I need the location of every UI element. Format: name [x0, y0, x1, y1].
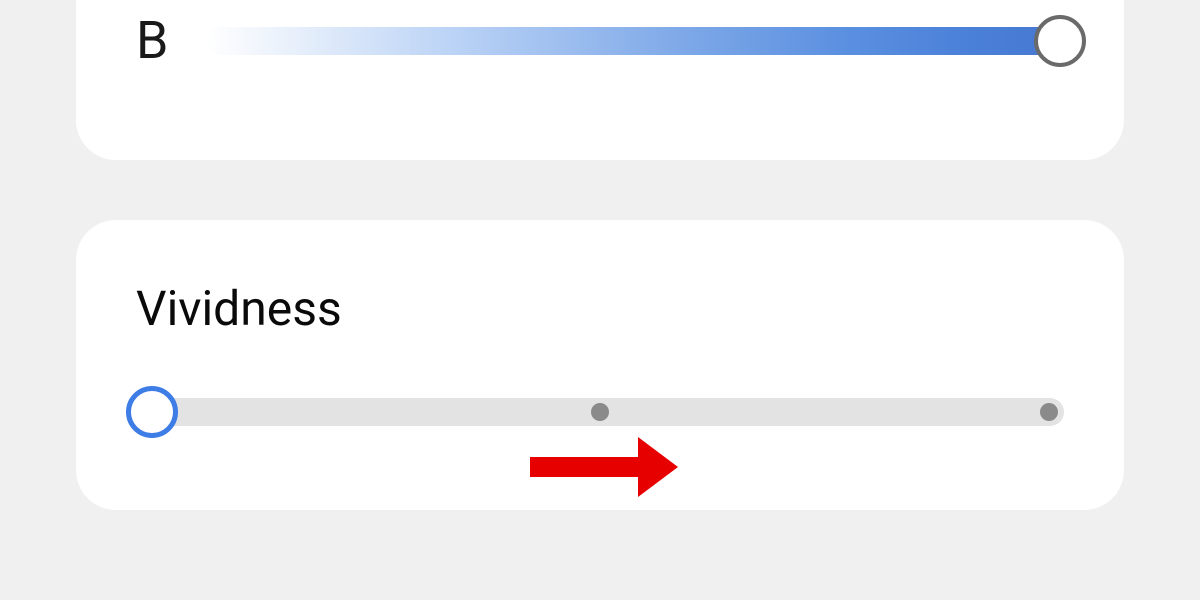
vividness-slider-track[interactable]	[136, 398, 1064, 426]
b-slider-card: B	[76, 0, 1124, 160]
vividness-tick-right	[1040, 403, 1058, 421]
vividness-slider-container	[136, 398, 1064, 426]
vividness-tick-mid	[591, 403, 609, 421]
vividness-slider-thumb[interactable]	[126, 386, 178, 438]
vividness-title: Vividness	[136, 280, 342, 337]
b-slider-label: B	[136, 10, 206, 71]
b-slider-thumb[interactable]	[1034, 15, 1086, 67]
b-slider-track[interactable]	[206, 27, 1064, 55]
vividness-card: Vividness	[76, 220, 1124, 510]
b-slider-row: B	[136, 10, 1064, 71]
